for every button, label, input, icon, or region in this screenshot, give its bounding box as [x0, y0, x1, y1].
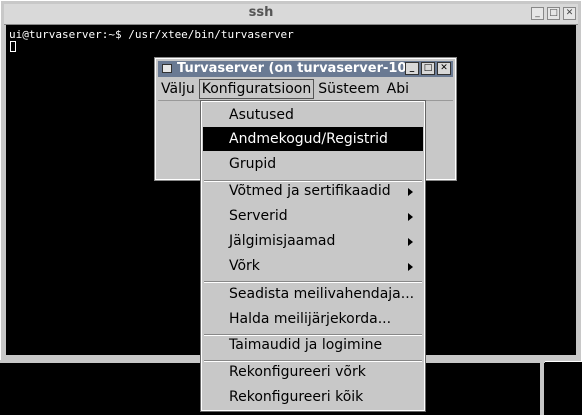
minimize-icon[interactable]: _	[531, 7, 544, 20]
submenu-arrow-icon	[408, 188, 413, 196]
terminal-cursor	[10, 41, 16, 52]
app-window-title: Turvaserver (on turvaserver-10-0	[177, 61, 417, 76]
menu-item-serverid[interactable]: Serverid	[203, 204, 423, 228]
menu-item-votmed[interactable]: Võtmed ja sertifikaadid	[203, 179, 423, 203]
menu-item-meilijarjekord[interactable]: Halda meilijärjekorda...	[203, 307, 423, 331]
close-icon[interactable]: ✕	[563, 7, 576, 20]
close-icon[interactable]: ✕	[437, 62, 451, 75]
app-titlebar[interactable]: Turvaserver (on turvaserver-10-0 _ □ ✕	[158, 61, 453, 77]
menu-item-andmekogud[interactable]: Andmekogud/Registrid	[203, 127, 423, 151]
menu-abi[interactable]: Abi	[384, 79, 412, 99]
menu-item-rekonf-vork[interactable]: Rekonfigureeri võrk	[203, 360, 423, 384]
maximize-icon[interactable]: □	[547, 7, 560, 20]
minimize-icon[interactable]: _	[405, 62, 419, 75]
ssh-titlebar[interactable]: ssh _ □ ✕	[4, 4, 578, 25]
submenu-arrow-icon	[408, 263, 413, 271]
menu-item-taimaudid[interactable]: Taimaudid ja logimine	[203, 333, 423, 357]
window-border-right	[540, 360, 544, 415]
terminal-prompt: ui@turvaserver:~$ /usr/xtee/bin/turvaser…	[9, 28, 294, 41]
menu-susteem[interactable]: Süsteem	[315, 79, 382, 99]
menu-valju[interactable]: Välju	[158, 79, 198, 99]
menu-item-rekonf-koik[interactable]: Rekonfigureeri kõik	[203, 385, 423, 409]
menu-item-asutused[interactable]: Asutused	[203, 103, 423, 127]
ssh-window-title: ssh	[248, 5, 274, 20]
konfiguratsioon-dropdown: Asutused Andmekogud/Registrid Grupid Võt…	[200, 100, 426, 412]
menu-item-meilivahendaja[interactable]: Seadista meilivahendaja...	[203, 282, 423, 306]
maximize-icon[interactable]: □	[421, 62, 435, 75]
menu-item-vork[interactable]: Võrk	[203, 254, 423, 278]
menu-item-grupid[interactable]: Grupid	[203, 152, 423, 176]
menu-item-jalgimisjaamad[interactable]: Jälgimisjaamad	[203, 229, 423, 253]
menubar: Välju Konfiguratsioon Süsteem Abi	[158, 78, 453, 101]
window-menu-icon[interactable]	[162, 64, 172, 73]
submenu-arrow-icon	[408, 238, 413, 246]
menu-konfiguratsioon[interactable]: Konfiguratsioon	[198, 79, 315, 99]
submenu-arrow-icon	[408, 213, 413, 221]
